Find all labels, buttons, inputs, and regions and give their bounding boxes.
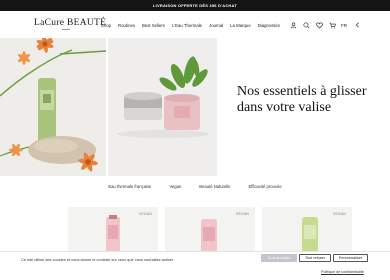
hero-image-middle (108, 38, 217, 176)
search-icon[interactable] (301, 20, 311, 30)
user-icon[interactable] (288, 20, 298, 30)
refuse-all-button[interactable]: Tout refuser (299, 254, 331, 262)
cart-icon[interactable] (327, 20, 337, 30)
chevron-icon[interactable] (352, 20, 362, 30)
logo-underline (62, 29, 70, 30)
category-efficacite[interactable]: Efficacité prouvée (248, 184, 281, 189)
category-vegan[interactable]: Vegan (169, 184, 181, 189)
main-nav: Shop Routines Best Sellers L'Eau Thermal… (101, 23, 287, 28)
nav-routines[interactable]: Routines (118, 23, 135, 28)
cookie-banner: Ce site utilise des cookies et vous donn… (0, 251, 390, 280)
site-header: LaCure BEAUTÉ Shop Routines Best Sellers… (0, 11, 390, 38)
nav-eau-thermale[interactable]: L'Eau Thermale (172, 23, 202, 28)
customize-button[interactable]: Personnaliser (333, 254, 368, 262)
promo-banner: LIVRAISON OFFERTE DÈS 35€ D'ACHAT (0, 0, 390, 11)
accept-all-button[interactable]: Tout accepter (261, 254, 297, 262)
nav-best-sellers[interactable]: Best Sellers (142, 23, 165, 28)
privacy-policy-link[interactable]: Politique de confidentialité (321, 270, 364, 274)
product-card[interactable]: VEGAN (165, 207, 255, 257)
header-icons: FR (288, 20, 365, 30)
language-selector[interactable]: FR (341, 23, 347, 28)
promo-text: LIVRAISON OFFERTE DÈS 35€ D'ACHAT (153, 3, 237, 8)
category-beaute-naturelle[interactable]: Beauté Naturelle (199, 184, 230, 189)
heart-icon[interactable] (314, 20, 324, 30)
category-links: Eau thermale française Vegan Beauté Natu… (0, 184, 390, 189)
hero-image-left (0, 38, 106, 176)
category-eau-thermale[interactable]: Eau thermale française (108, 184, 151, 189)
brand-logo[interactable]: LaCure BEAUTÉ (34, 18, 106, 28)
nav-shop[interactable]: Shop (101, 23, 111, 28)
nav-la-marque[interactable]: La Marque (230, 23, 251, 28)
nav-journal[interactable]: Journal (209, 23, 223, 28)
product-card[interactable]: VEGAN (68, 207, 158, 257)
hero-title: Nos essentiels à glisser dans votre vali… (237, 84, 367, 115)
product-card[interactable]: VEGAN (262, 207, 352, 257)
cookie-message: Ce site utilise des cookies et vous donn… (21, 257, 174, 262)
nav-diagnostics[interactable]: Diagnostics (258, 23, 280, 28)
